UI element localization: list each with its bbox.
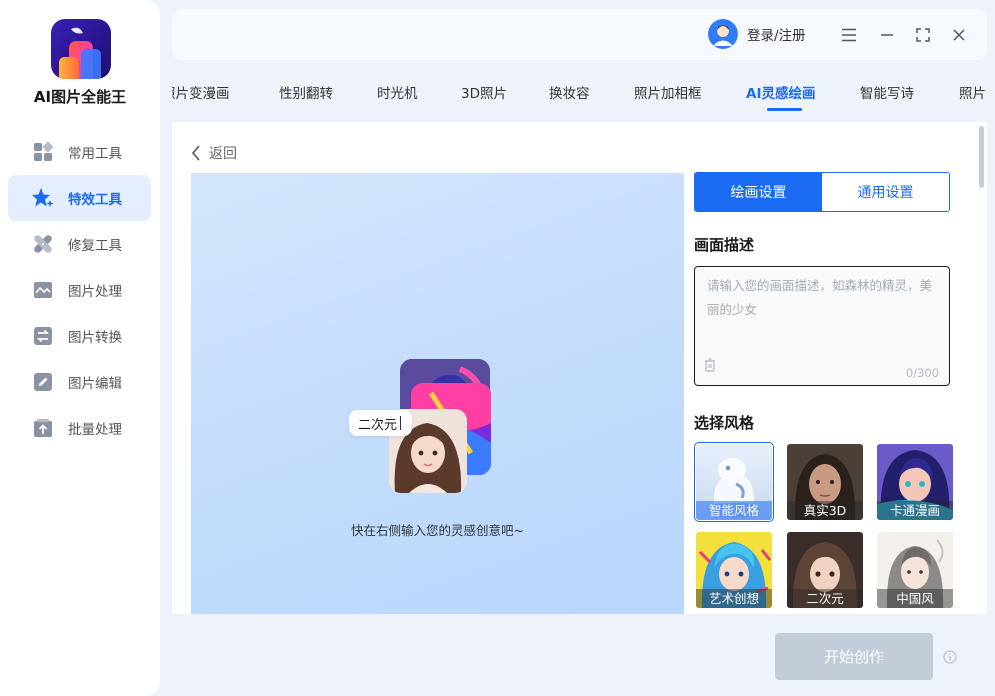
image-icon bbox=[32, 279, 54, 301]
maximize-icon[interactable] bbox=[912, 24, 934, 46]
style-label: 艺术创想 bbox=[696, 589, 772, 608]
sidebar-item-image-convert[interactable]: 图片转换 bbox=[8, 313, 151, 359]
char-counter: 0/300 bbox=[905, 366, 939, 380]
app-name: AI图片全能王 bbox=[33, 88, 127, 106]
menu-icon[interactable] bbox=[838, 24, 860, 46]
tab-drawing-settings[interactable]: 绘画设置 bbox=[695, 173, 822, 211]
text-caret bbox=[400, 416, 402, 430]
star-icon bbox=[32, 187, 54, 209]
style-option-smart[interactable]: 智能风格 bbox=[694, 442, 774, 522]
convert-icon bbox=[32, 325, 54, 347]
style-label: 中国风 bbox=[877, 589, 953, 608]
back-button[interactable]: 返回 bbox=[191, 143, 237, 163]
chevron-left-icon bbox=[191, 145, 200, 161]
tab-makeup[interactable]: 换妆容 bbox=[549, 82, 590, 102]
sidebar-item-batch-process[interactable]: 批量处理 bbox=[8, 405, 151, 451]
style-option-cartoon[interactable]: 卡通漫画 bbox=[877, 444, 953, 520]
style-label: 智能风格 bbox=[696, 501, 772, 520]
tab-photo-more[interactable]: 照片 bbox=[959, 82, 986, 102]
style-option-art[interactable]: 艺术创想 bbox=[696, 532, 772, 608]
sidebar-item-label: 修复工具 bbox=[68, 238, 122, 254]
info-icon[interactable] bbox=[943, 649, 957, 668]
style-label: 二次元 bbox=[787, 589, 863, 608]
style-option-chinese[interactable]: 中国风 bbox=[877, 532, 953, 608]
close-icon[interactable] bbox=[948, 24, 970, 46]
sidebar-item-label: 特效工具 bbox=[68, 192, 122, 208]
clear-icon[interactable] bbox=[704, 357, 716, 376]
sidebar-nav: 常用工具 特效工具 修复工具 图片处理 图片转换 图片编辑 批量处理 bbox=[8, 129, 151, 451]
style-label: 真实3D bbox=[787, 501, 863, 520]
sidebar-item-label: 图片转换 bbox=[68, 330, 122, 346]
grid-icon bbox=[32, 141, 54, 163]
style-tag-label: 二次元 bbox=[358, 417, 398, 433]
scrollbar-thumb[interactable] bbox=[979, 126, 984, 188]
sidebar: AI图片全能王 常用工具 特效工具 修复工具 图片处理 图片转换 图片编辑 批量… bbox=[0, 0, 160, 696]
start-create-button[interactable]: 开始创作 bbox=[775, 633, 933, 680]
settings-tabs: 绘画设置 通用设置 bbox=[694, 172, 950, 212]
tab-photo-to-comic[interactable]: 照片变漫画 bbox=[172, 82, 230, 102]
description-title: 画面描述 bbox=[694, 236, 755, 254]
sidebar-item-common-tools[interactable]: 常用工具 bbox=[8, 129, 151, 175]
preview-hint: 快在右侧输入您的灵感创意吧~ bbox=[351, 523, 524, 538]
tab-general-settings[interactable]: 通用设置 bbox=[822, 173, 949, 211]
app-logo bbox=[51, 19, 111, 79]
feature-tabs: 照片变漫画 性别翻转 时光机 3D照片 换妆容 照片加相框 AI灵感绘画 智能写… bbox=[172, 66, 987, 112]
tab-gender-swap[interactable]: 性别翻转 bbox=[279, 82, 333, 102]
preview-area: 二次元 快在右侧输入您的灵感创意吧~ bbox=[191, 173, 684, 614]
style-label: 卡通漫画 bbox=[877, 501, 953, 520]
login-label: 登录/注册 bbox=[747, 28, 806, 44]
top-bar: 登录/注册 bbox=[172, 9, 987, 60]
style-title: 选择风格 bbox=[694, 414, 755, 432]
sidebar-item-effect-tools[interactable]: 特效工具 bbox=[8, 175, 151, 221]
description-input[interactable] bbox=[695, 267, 949, 347]
tab-ai-painting[interactable]: AI灵感绘画 bbox=[746, 82, 815, 102]
sidebar-item-image-process[interactable]: 图片处理 bbox=[8, 267, 151, 313]
description-box: 0/300 bbox=[694, 266, 950, 386]
style-option-real-3d[interactable]: 真实3D bbox=[787, 444, 863, 520]
style-option-anime[interactable]: 二次元 bbox=[787, 532, 863, 608]
avatar bbox=[708, 19, 738, 49]
tab-time-machine[interactable]: 时光机 bbox=[377, 82, 418, 102]
minimize-icon[interactable] bbox=[876, 24, 898, 46]
login-button[interactable]: 登录/注册 bbox=[708, 19, 806, 49]
main-panel: 返回 二次元 快在右侧输入您的灵感创意吧~ 绘画设置 通用设置 画面描述 请输入… bbox=[172, 122, 987, 614]
active-tab-indicator bbox=[767, 108, 802, 111]
sidebar-item-label: 常用工具 bbox=[68, 146, 122, 162]
sidebar-item-repair-tools[interactable]: 修复工具 bbox=[8, 221, 151, 267]
tab-smart-poem[interactable]: 智能写诗 bbox=[860, 82, 914, 102]
tab-3d-photo[interactable]: 3D照片 bbox=[461, 82, 507, 102]
bandage-icon bbox=[32, 233, 54, 255]
tab-photo-frame[interactable]: 照片加相框 bbox=[634, 82, 702, 102]
sidebar-item-image-edit[interactable]: 图片编辑 bbox=[8, 359, 151, 405]
sidebar-item-label: 图片处理 bbox=[68, 284, 122, 300]
style-tag-chip: 二次元 bbox=[349, 410, 412, 436]
sidebar-item-label: 图片编辑 bbox=[68, 376, 122, 392]
back-label: 返回 bbox=[209, 146, 237, 162]
edit-icon bbox=[32, 371, 54, 393]
upload-icon bbox=[32, 417, 54, 439]
sidebar-item-label: 批量处理 bbox=[68, 422, 122, 438]
